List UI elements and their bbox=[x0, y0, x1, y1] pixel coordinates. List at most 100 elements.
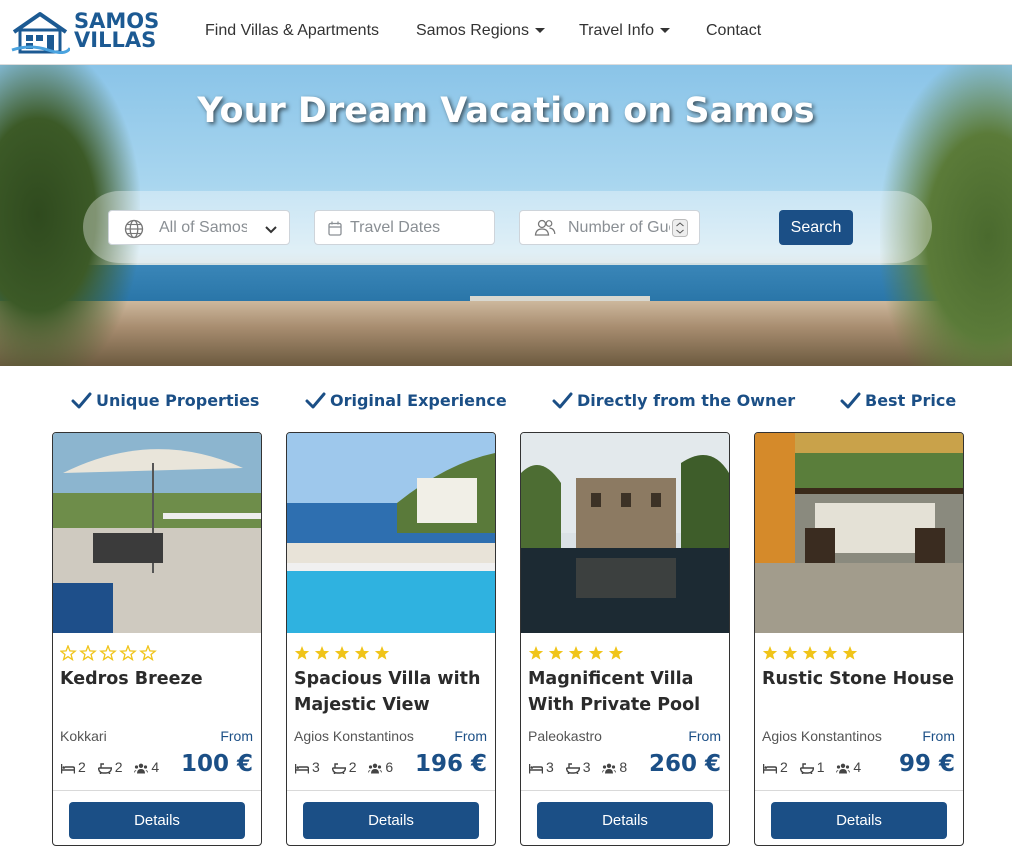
hero-title: Your Dream Vacation on Samos bbox=[197, 91, 815, 131]
chevron-down-icon bbox=[265, 226, 277, 234]
listing-card[interactable]: Spacious Villa with Majestic View Agios … bbox=[286, 432, 496, 846]
card-divider bbox=[53, 790, 261, 791]
guests-count: 6 bbox=[385, 759, 394, 775]
bathtub-icon bbox=[331, 763, 346, 775]
site-logo[interactable]: SAMOS VILLAS bbox=[10, 10, 160, 55]
star-icon bbox=[568, 646, 584, 660]
people-icon bbox=[602, 763, 617, 774]
star-icon bbox=[608, 646, 624, 660]
listing-card[interactable]: Rustic Stone House Agios Konstantinos Fr… bbox=[754, 432, 964, 846]
price-from-label: From bbox=[922, 728, 955, 744]
listing-location: Paleokastro bbox=[528, 728, 602, 744]
search-button[interactable]: Search bbox=[779, 210, 853, 245]
star-icon bbox=[762, 646, 778, 660]
listing-location: Agios Konstantinos bbox=[294, 728, 414, 744]
star-icon bbox=[528, 646, 544, 660]
star-icon bbox=[314, 646, 330, 660]
caret-down-icon bbox=[660, 28, 670, 34]
star-icon bbox=[99, 645, 117, 661]
amenities: 2 1 4 bbox=[762, 759, 869, 775]
bed-icon bbox=[294, 764, 310, 774]
bathrooms-count: 1 bbox=[816, 759, 825, 775]
bed-icon bbox=[762, 764, 778, 774]
guests: 8 bbox=[602, 759, 627, 775]
region-select[interactable]: All of Samos bbox=[108, 210, 290, 245]
details-button[interactable]: Details bbox=[69, 802, 245, 839]
bathtub-icon bbox=[97, 763, 112, 775]
star-rating bbox=[60, 645, 157, 661]
nav-travel-info-dropdown[interactable]: Travel Info bbox=[579, 22, 670, 40]
details-button[interactable]: Details bbox=[771, 802, 947, 839]
bathrooms-count: 3 bbox=[582, 759, 591, 775]
details-button[interactable]: Details bbox=[537, 802, 713, 839]
bathrooms: 1 bbox=[799, 759, 825, 775]
bed-icon bbox=[528, 764, 544, 774]
people-icon bbox=[534, 219, 556, 236]
bedrooms-count: 2 bbox=[780, 759, 788, 775]
card-divider bbox=[755, 790, 963, 791]
feature-unique-properties: Unique Properties bbox=[71, 391, 259, 410]
details-button[interactable]: Details bbox=[303, 802, 479, 839]
bedrooms-count: 3 bbox=[546, 759, 554, 775]
nav-contact[interactable]: Contact bbox=[706, 22, 761, 40]
star-icon bbox=[782, 646, 798, 660]
listing-title[interactable]: Spacious Villa with Majestic View bbox=[294, 666, 490, 718]
feature-best-price: Best Price bbox=[840, 391, 956, 410]
star-icon bbox=[822, 646, 838, 660]
hero-banner: Your Dream Vacation on Samos All of Samo… bbox=[0, 65, 1012, 366]
nav-samos-regions-dropdown[interactable]: Samos Regions bbox=[416, 22, 545, 40]
star-icon bbox=[119, 645, 137, 661]
listing-card[interactable]: Magnificent Villa With Private Pool Pale… bbox=[520, 432, 730, 846]
amenities: 2 2 4 bbox=[60, 759, 167, 775]
logo-wordmark: SAMOS VILLAS bbox=[74, 11, 159, 51]
feature-label: Original Experience bbox=[330, 391, 507, 410]
bathrooms: 3 bbox=[565, 759, 591, 775]
bedrooms: 3 bbox=[528, 759, 554, 775]
people-icon bbox=[836, 763, 851, 774]
star-icon bbox=[60, 645, 77, 661]
listing-photo[interactable] bbox=[287, 433, 495, 633]
guests-number-input[interactable]: Number of Guests bbox=[519, 210, 700, 245]
bed-icon bbox=[60, 764, 76, 774]
star-icon bbox=[334, 646, 350, 660]
guests-placeholder: Number of Guests bbox=[568, 219, 670, 236]
listing-price: 100 € bbox=[180, 751, 253, 777]
listing-title[interactable]: Kedros Breeze bbox=[60, 666, 256, 692]
card-divider bbox=[521, 790, 729, 791]
star-icon bbox=[802, 646, 818, 660]
listing-price: 260 € bbox=[648, 751, 721, 777]
guests: 4 bbox=[134, 759, 159, 775]
checkmark-icon bbox=[840, 392, 861, 409]
listing-title[interactable]: Magnificent Villa With Private Pool bbox=[528, 666, 724, 718]
bathtub-icon bbox=[565, 763, 580, 775]
amenities: 3 3 8 bbox=[528, 759, 635, 775]
bathrooms-count: 2 bbox=[114, 759, 123, 775]
bathrooms: 2 bbox=[97, 759, 123, 775]
bedrooms-count: 2 bbox=[78, 759, 86, 775]
travel-dates-input[interactable]: Travel Dates bbox=[314, 210, 495, 245]
listing-photo[interactable] bbox=[53, 433, 261, 633]
navbar: SAMOS VILLAS Find Villas & Apartments Sa… bbox=[0, 0, 1012, 65]
feature-original-experience: Original Experience bbox=[305, 391, 507, 410]
checkmark-icon bbox=[71, 392, 92, 409]
nav-find-villas[interactable]: Find Villas & Apartments bbox=[205, 22, 379, 40]
listing-card[interactable]: Kedros Breeze Kokkari From 2 2 4 100 € D… bbox=[52, 432, 262, 846]
guests: 4 bbox=[836, 759, 861, 775]
price-from-label: From bbox=[454, 728, 487, 744]
feature-label: Best Price bbox=[865, 391, 957, 410]
bathtub-icon bbox=[799, 763, 814, 775]
listing-photo[interactable] bbox=[521, 433, 729, 633]
people-icon bbox=[368, 763, 383, 774]
nav-label: Contact bbox=[706, 22, 762, 39]
house-logo-icon bbox=[11, 12, 72, 55]
listing-title[interactable]: Rustic Stone House bbox=[762, 666, 958, 692]
region-select-value: All of Samos bbox=[159, 219, 247, 236]
listing-photo[interactable] bbox=[755, 433, 963, 633]
nav-label: Travel Info bbox=[579, 22, 654, 39]
star-rating bbox=[528, 646, 624, 660]
number-spinner-icon[interactable] bbox=[672, 219, 688, 237]
card-divider bbox=[287, 790, 495, 791]
feature-label: Unique Properties bbox=[96, 391, 260, 410]
listing-location: Kokkari bbox=[60, 728, 107, 744]
star-icon bbox=[139, 645, 157, 661]
